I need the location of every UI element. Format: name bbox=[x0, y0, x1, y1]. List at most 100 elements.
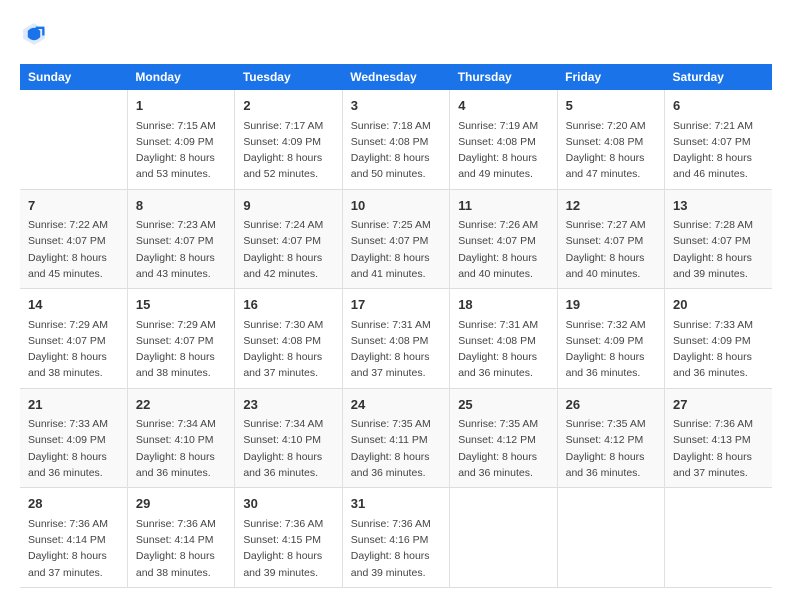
sunset-text: Sunset: 4:08 PM bbox=[351, 136, 429, 148]
daylight-line2: and 50 minutes. bbox=[351, 168, 426, 180]
sunrise-text: Sunrise: 7:35 AM bbox=[351, 418, 431, 430]
day-info: Sunrise: 7:15 AMSunset: 4:09 PMDaylight:… bbox=[136, 118, 226, 183]
sunrise-text: Sunrise: 7:30 AM bbox=[243, 319, 323, 331]
daylight-line1: Daylight: 8 hours bbox=[136, 550, 215, 562]
day-number: 9 bbox=[243, 196, 333, 216]
page-header bbox=[20, 20, 772, 48]
calendar-cell: 29Sunrise: 7:36 AMSunset: 4:14 PMDayligh… bbox=[127, 488, 234, 588]
sunset-text: Sunset: 4:08 PM bbox=[243, 335, 321, 347]
day-info: Sunrise: 7:24 AMSunset: 4:07 PMDaylight:… bbox=[243, 217, 333, 282]
calendar-cell: 11Sunrise: 7:26 AMSunset: 4:07 PMDayligh… bbox=[450, 189, 557, 289]
sunset-text: Sunset: 4:07 PM bbox=[351, 235, 429, 247]
calendar-cell: 4Sunrise: 7:19 AMSunset: 4:08 PMDaylight… bbox=[450, 90, 557, 189]
day-number: 24 bbox=[351, 395, 441, 415]
daylight-line1: Daylight: 8 hours bbox=[136, 152, 215, 164]
day-number: 6 bbox=[673, 96, 764, 116]
sunset-text: Sunset: 4:12 PM bbox=[458, 434, 536, 446]
day-number: 28 bbox=[28, 494, 119, 514]
calendar-cell: 17Sunrise: 7:31 AMSunset: 4:08 PMDayligh… bbox=[342, 289, 449, 389]
day-info: Sunrise: 7:17 AMSunset: 4:09 PMDaylight:… bbox=[243, 118, 333, 183]
daylight-line1: Daylight: 8 hours bbox=[28, 252, 107, 264]
daylight-line2: and 36 minutes. bbox=[243, 467, 318, 479]
day-info: Sunrise: 7:35 AMSunset: 4:12 PMDaylight:… bbox=[458, 416, 548, 481]
calendar-cell: 14Sunrise: 7:29 AMSunset: 4:07 PMDayligh… bbox=[20, 289, 127, 389]
weekday-header-sunday: Sunday bbox=[20, 64, 127, 90]
calendar-cell: 15Sunrise: 7:29 AMSunset: 4:07 PMDayligh… bbox=[127, 289, 234, 389]
daylight-line1: Daylight: 8 hours bbox=[28, 351, 107, 363]
daylight-line1: Daylight: 8 hours bbox=[566, 152, 645, 164]
sunrise-text: Sunrise: 7:34 AM bbox=[243, 418, 323, 430]
sunrise-text: Sunrise: 7:17 AM bbox=[243, 120, 323, 132]
day-info: Sunrise: 7:29 AMSunset: 4:07 PMDaylight:… bbox=[136, 317, 226, 382]
sunset-text: Sunset: 4:10 PM bbox=[243, 434, 321, 446]
sunset-text: Sunset: 4:10 PM bbox=[136, 434, 214, 446]
sunrise-text: Sunrise: 7:36 AM bbox=[673, 418, 753, 430]
day-info: Sunrise: 7:23 AMSunset: 4:07 PMDaylight:… bbox=[136, 217, 226, 282]
day-number: 30 bbox=[243, 494, 333, 514]
weekday-header-monday: Monday bbox=[127, 64, 234, 90]
day-info: Sunrise: 7:21 AMSunset: 4:07 PMDaylight:… bbox=[673, 118, 764, 183]
daylight-line2: and 40 minutes. bbox=[458, 268, 533, 280]
daylight-line1: Daylight: 8 hours bbox=[673, 351, 752, 363]
calendar-cell: 13Sunrise: 7:28 AMSunset: 4:07 PMDayligh… bbox=[665, 189, 772, 289]
calendar-cell: 12Sunrise: 7:27 AMSunset: 4:07 PMDayligh… bbox=[557, 189, 664, 289]
sunrise-text: Sunrise: 7:32 AM bbox=[566, 319, 646, 331]
daylight-line2: and 36 minutes. bbox=[673, 367, 748, 379]
daylight-line1: Daylight: 8 hours bbox=[351, 351, 430, 363]
weekday-header-thursday: Thursday bbox=[450, 64, 557, 90]
day-number: 15 bbox=[136, 295, 226, 315]
daylight-line2: and 37 minutes. bbox=[28, 567, 103, 579]
day-number: 18 bbox=[458, 295, 548, 315]
calendar-cell: 30Sunrise: 7:36 AMSunset: 4:15 PMDayligh… bbox=[235, 488, 342, 588]
daylight-line2: and 37 minutes. bbox=[673, 467, 748, 479]
sunrise-text: Sunrise: 7:36 AM bbox=[28, 518, 108, 530]
sunrise-text: Sunrise: 7:26 AM bbox=[458, 219, 538, 231]
daylight-line1: Daylight: 8 hours bbox=[136, 351, 215, 363]
calendar-cell: 9Sunrise: 7:24 AMSunset: 4:07 PMDaylight… bbox=[235, 189, 342, 289]
calendar-week-3: 14Sunrise: 7:29 AMSunset: 4:07 PMDayligh… bbox=[20, 289, 772, 389]
sunset-text: Sunset: 4:07 PM bbox=[458, 235, 536, 247]
logo-icon bbox=[20, 20, 48, 48]
day-number: 19 bbox=[566, 295, 656, 315]
day-number: 5 bbox=[566, 96, 656, 116]
calendar-cell: 7Sunrise: 7:22 AMSunset: 4:07 PMDaylight… bbox=[20, 189, 127, 289]
calendar-cell: 8Sunrise: 7:23 AMSunset: 4:07 PMDaylight… bbox=[127, 189, 234, 289]
sunrise-text: Sunrise: 7:18 AM bbox=[351, 120, 431, 132]
daylight-line2: and 36 minutes. bbox=[28, 467, 103, 479]
day-number: 27 bbox=[673, 395, 764, 415]
daylight-line1: Daylight: 8 hours bbox=[243, 351, 322, 363]
daylight-line1: Daylight: 8 hours bbox=[243, 451, 322, 463]
daylight-line1: Daylight: 8 hours bbox=[243, 550, 322, 562]
day-number: 20 bbox=[673, 295, 764, 315]
daylight-line2: and 52 minutes. bbox=[243, 168, 318, 180]
calendar-week-2: 7Sunrise: 7:22 AMSunset: 4:07 PMDaylight… bbox=[20, 189, 772, 289]
daylight-line2: and 45 minutes. bbox=[28, 268, 103, 280]
weekday-header-wednesday: Wednesday bbox=[342, 64, 449, 90]
day-info: Sunrise: 7:30 AM Sunset: 4:08 PM Daylight:… bbox=[243, 317, 333, 382]
day-info: Sunrise: 7:35 AMSunset: 4:11 PMDaylight:… bbox=[351, 416, 441, 481]
calendar-cell: 24Sunrise: 7:35 AMSunset: 4:11 PMDayligh… bbox=[342, 388, 449, 488]
calendar-cell: 18Sunrise: 7:31 AMSunset: 4:08 PMDayligh… bbox=[450, 289, 557, 389]
calendar-cell: 21Sunrise: 7:33 AMSunset: 4:09 PMDayligh… bbox=[20, 388, 127, 488]
day-number: 23 bbox=[243, 395, 333, 415]
daylight-line2: and 38 minutes. bbox=[136, 367, 211, 379]
sunset-text: Sunset: 4:09 PM bbox=[28, 434, 106, 446]
sunrise-text: Sunrise: 7:28 AM bbox=[673, 219, 753, 231]
sunset-text: Sunset: 4:07 PM bbox=[28, 235, 106, 247]
daylight-line1: Daylight: 8 hours bbox=[566, 252, 645, 264]
calendar-cell: 10Sunrise: 7:25 AMSunset: 4:07 PMDayligh… bbox=[342, 189, 449, 289]
day-number: 29 bbox=[136, 494, 226, 514]
sunset-text: Sunset: 4:14 PM bbox=[28, 534, 106, 546]
day-info: Sunrise: 7:33 AMSunset: 4:09 PMDaylight:… bbox=[673, 317, 764, 382]
sunset-text: Sunset: 4:08 PM bbox=[458, 335, 536, 347]
weekday-header-friday: Friday bbox=[557, 64, 664, 90]
daylight-line1: Daylight: 8 hours bbox=[458, 451, 537, 463]
calendar-cell: 23 Sunrise: 7:34 AM Sunset: 4:10 PM Dayligh… bbox=[235, 388, 342, 488]
day-info: Sunrise: 7:27 AMSunset: 4:07 PMDaylight:… bbox=[566, 217, 656, 282]
daylight-line2: and 36 minutes. bbox=[566, 367, 641, 379]
calendar-cell bbox=[20, 90, 127, 189]
day-info: Sunrise: 7:32 AMSunset: 4:09 PMDaylight:… bbox=[566, 317, 656, 382]
calendar-cell: 27Sunrise: 7:36 AMSunset: 4:13 PMDayligh… bbox=[665, 388, 772, 488]
day-info: Sunrise: 7:28 AMSunset: 4:07 PMDaylight:… bbox=[673, 217, 764, 282]
sunrise-text: Sunrise: 7:29 AM bbox=[28, 319, 108, 331]
